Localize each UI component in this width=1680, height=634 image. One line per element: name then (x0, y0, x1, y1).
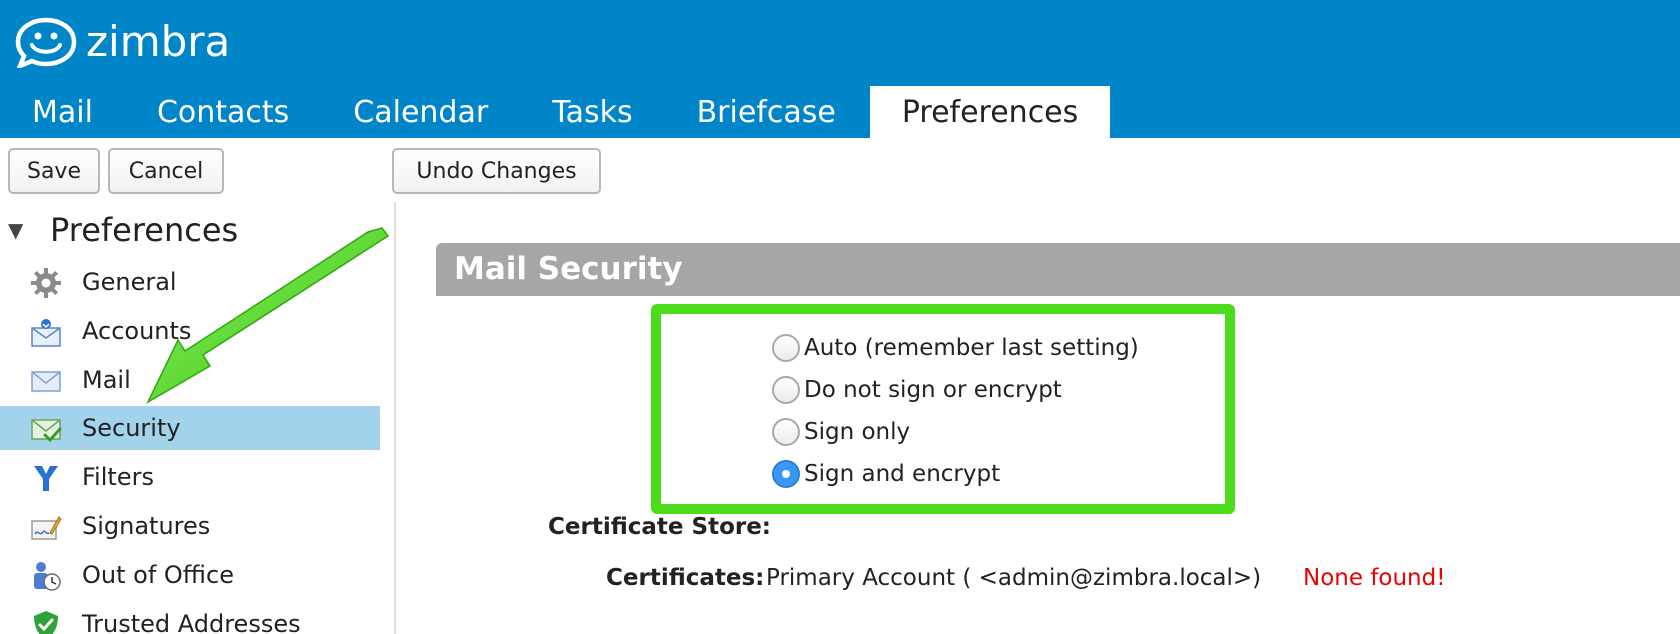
sidebar-item-mail[interactable]: Mail (0, 358, 380, 402)
filter-icon (34, 466, 58, 491)
sidebar-item-general[interactable]: General (0, 260, 380, 304)
radio-button-checked[interactable] (772, 460, 800, 488)
zimbra-smiley-icon (15, 17, 77, 68)
tab-tasks[interactable]: Tasks (520, 86, 664, 138)
save-button[interactable]: Save (8, 148, 100, 194)
radio-label: Sign and encrypt (804, 461, 1001, 487)
sidebar-item-accounts[interactable]: Accounts (0, 309, 380, 353)
radio-option-sign-and-encrypt[interactable]: Sign and encrypt (772, 457, 1000, 491)
sidebar-item-label: Out of Office (82, 561, 234, 589)
tab-preferences[interactable]: Preferences (869, 86, 1111, 138)
section-title: Mail Security (454, 251, 683, 287)
radio-button[interactable] (772, 376, 800, 404)
sidebar-item-label: Mail (82, 366, 131, 394)
cancel-button[interactable]: Cancel (108, 148, 224, 194)
certificates-label: Certificates: (606, 565, 765, 591)
preferences-sidebar: ▼ Preferences General Accounts Mail Secu… (0, 202, 396, 634)
out-of-office-icon (34, 562, 61, 591)
gear-icon (31, 268, 61, 298)
certificate-store-label: Certificate Store: (548, 514, 772, 540)
sidebar-item-label: General (82, 268, 177, 296)
sidebar-item-filters[interactable]: Filters (0, 455, 380, 499)
certificates-status: None found! (1303, 565, 1446, 591)
accounts-icon (31, 319, 61, 347)
zimbra-logo[interactable]: zimbra (8, 14, 230, 70)
collapse-triangle-icon[interactable]: ▼ (8, 218, 36, 242)
radio-option-sign-only[interactable]: Sign only (772, 415, 910, 449)
sidebar-item-label: Signatures (82, 512, 211, 540)
preferences-tree-header[interactable]: ▼ Preferences (8, 208, 238, 252)
radio-label: Sign only (804, 419, 911, 445)
certificates-account: Primary Account ( <admin@zimbra.local>) (766, 565, 1262, 591)
brand-name: zimbra (86, 17, 231, 66)
radio-label: Do not sign or encrypt (804, 377, 1062, 403)
sidebar-item-out-of-office[interactable]: Out of Office (0, 553, 380, 597)
sidebar-title: Preferences (50, 211, 239, 249)
tab-mail[interactable]: Mail (0, 86, 125, 138)
top-header: zimbra Mail Contacts Calendar Tasks Brie… (0, 0, 1680, 138)
sidebar-item-label: Security (82, 414, 181, 442)
sidebar-item-label: Trusted Addresses (82, 610, 301, 634)
radio-button[interactable] (772, 334, 800, 362)
secure-mail-icon (31, 419, 62, 443)
envelope-icon (31, 371, 61, 392)
undo-changes-button[interactable]: Undo Changes (392, 148, 601, 194)
tab-briefcase[interactable]: Briefcase (665, 86, 868, 138)
toolbar: Save Cancel Undo Changes (0, 138, 1680, 202)
sidebar-item-security[interactable]: Security (0, 406, 380, 450)
mail-security-section-header: Mail Security (436, 243, 1680, 296)
signature-icon (31, 516, 62, 540)
radio-option-do-not-sign[interactable]: Do not sign or encrypt (772, 373, 1062, 407)
tab-calendar[interactable]: Calendar (321, 86, 520, 138)
shield-check-icon (34, 611, 58, 634)
app-tabs: Mail Contacts Calendar Tasks Briefcase P… (0, 86, 1111, 138)
radio-label: Auto (remember last setting) (804, 335, 1139, 361)
zimbra-app: zimbra Mail Contacts Calendar Tasks Brie… (0, 0, 1680, 634)
radio-option-auto[interactable]: Auto (remember last setting) (772, 331, 1139, 365)
sidebar-item-signatures[interactable]: Signatures (0, 504, 380, 548)
radio-button[interactable] (772, 418, 800, 446)
sidebar-item-label: Filters (82, 463, 154, 491)
tab-contacts[interactable]: Contacts (125, 86, 321, 138)
sidebar-item-trusted-addresses[interactable]: Trusted Addresses (0, 602, 380, 634)
sidebar-item-label: Accounts (82, 317, 192, 345)
